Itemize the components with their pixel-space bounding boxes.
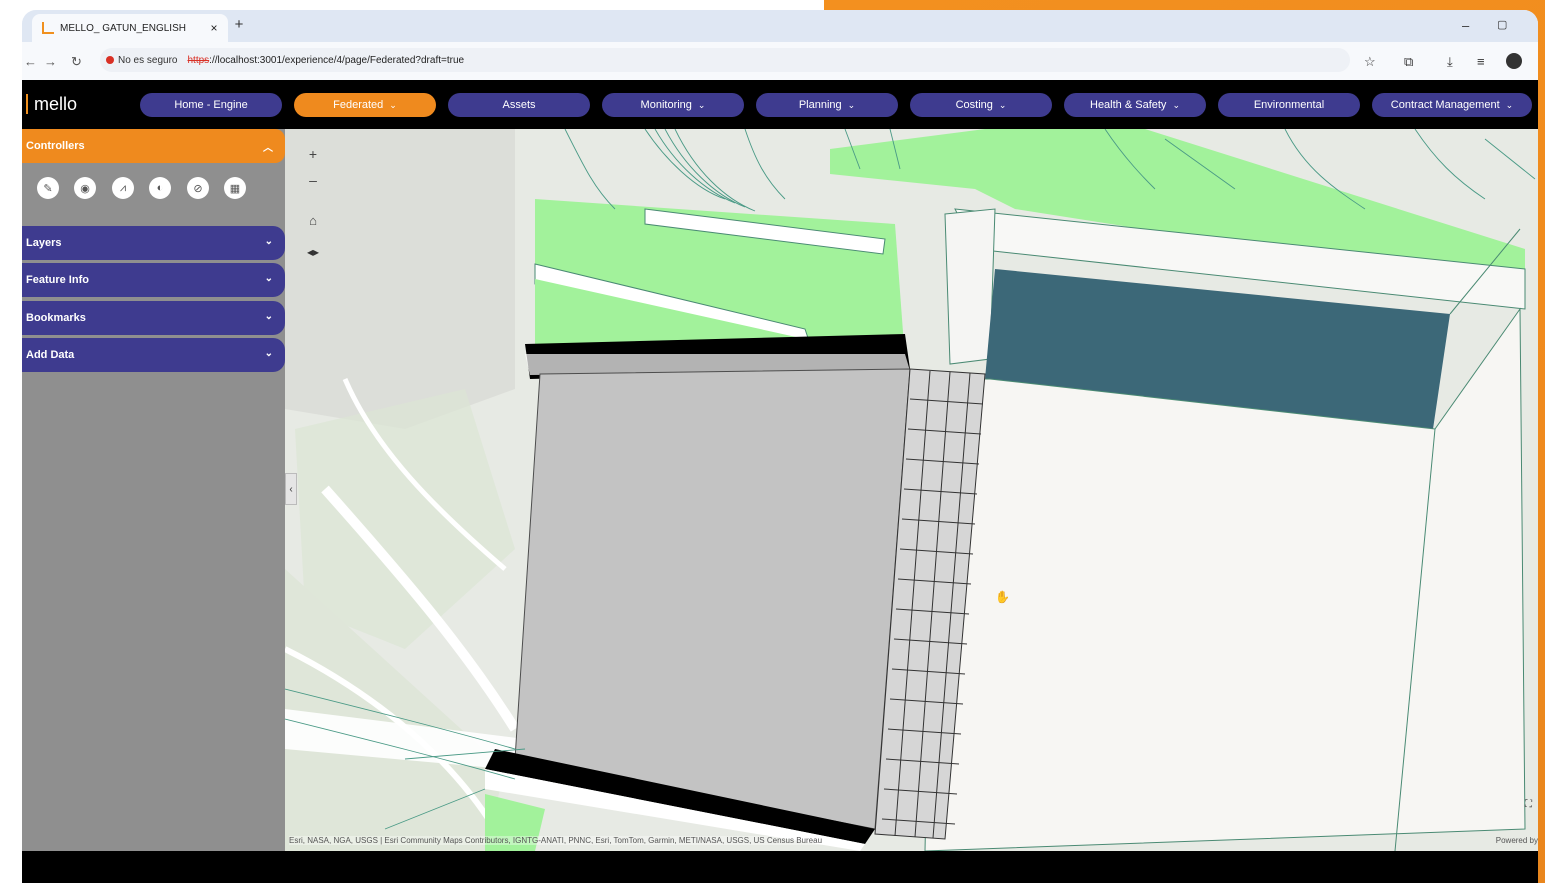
mello-logo[interactable]: mello — [26, 94, 77, 114]
powered-by-label[interactable]: Powered by — [1496, 836, 1538, 845]
zoom-control: + – — [302, 141, 324, 193]
nav-label: Contract Management — [1390, 99, 1500, 111]
nav-label: Monitoring — [640, 99, 692, 111]
nav-federated[interactable]: Federated ⌄ — [294, 93, 436, 117]
pan-cursor-icon: ✋ — [995, 590, 1010, 604]
gray-structure — [514, 368, 911, 830]
chevron-down-icon: ⌄ — [1172, 99, 1180, 110]
tab-strip: MELLO_ GATUN_ENGLISH × + – ▢ — [22, 10, 1538, 42]
address-bar-row: ← → ↻ No es seguro https://localhost:300… — [22, 42, 1538, 80]
zoom-out-button[interactable]: – — [302, 167, 324, 193]
chevron-down-icon: ⌄ — [264, 273, 273, 284]
chevron-down-icon: ⌄ — [697, 99, 706, 110]
chevron-down-icon: ⌄ — [264, 311, 273, 322]
nav-label: Home - Engine — [174, 99, 248, 111]
measure-icon[interactable]: ✎ — [37, 177, 59, 199]
profile-icon[interactable] — [1506, 53, 1522, 69]
new-tab-button[interactable]: + — [230, 16, 248, 34]
nav-label: Assets — [502, 99, 536, 111]
accordion-label: Feature Info — [26, 274, 89, 286]
chevron-down-icon: ⌄ — [1505, 99, 1514, 110]
zoom-in-button[interactable]: + — [302, 141, 324, 167]
chevron-down-icon: ⌄ — [264, 236, 273, 247]
nav-environmental[interactable]: Environmental — [1218, 93, 1360, 117]
browser-tab[interactable]: MELLO_ GATUN_ENGLISH × — [32, 14, 228, 42]
nav-contract-management[interactable]: Contract Management ⌄ — [1372, 93, 1532, 117]
mello-favicon-icon — [42, 22, 54, 34]
view-hide-icon[interactable]: ⊘ — [187, 177, 209, 199]
nav-health-safety[interactable]: Health & Safety ⌄ — [1064, 93, 1206, 117]
extensions-icon[interactable]: ⧉ — [1404, 54, 1413, 70]
chevron-down-icon: ⌄ — [389, 99, 397, 110]
url-scheme: https — [187, 54, 210, 66]
feature-info-accordion[interactable]: Feature Info ⌄ — [22, 263, 285, 297]
accordion-label: Add Data — [26, 349, 75, 361]
grid-icon[interactable]: ▦ — [224, 177, 246, 199]
browser-window: MELLO_ GATUN_ENGLISH × + – ▢ ← → ↻ No es… — [22, 10, 1538, 883]
forward-icon[interactable]: → — [44, 54, 57, 69]
close-tab-icon[interactable]: × — [206, 21, 222, 35]
nav-label: Health & Safety — [1090, 99, 1167, 111]
bookmarks-accordion[interactable]: Bookmarks ⌄ — [22, 301, 285, 335]
fullscreen-icon[interactable]: ⛶ — [1525, 799, 1532, 810]
left-panel: Controllers ︿ ✎ ◉ ⩘ ◐ ⊘ ▦ Layers ⌄ Featur… — [22, 129, 285, 851]
nav-assets[interactable]: Assets — [448, 93, 590, 117]
security-chip[interactable]: No es seguro — [106, 55, 177, 66]
nav-label: Federated — [333, 99, 384, 111]
url-text: ://localhost:3001/experience/4/page/Fede… — [209, 54, 465, 66]
add-data-accordion[interactable]: Add Data ⌄ — [22, 338, 285, 372]
split-icon[interactable]: ◐ — [149, 177, 171, 199]
location-pin-icon[interactable]: ◉ — [74, 177, 96, 199]
nav-label: Environmental — [1253, 99, 1325, 111]
nav-label: Planning — [798, 99, 842, 111]
nav-home-engine[interactable]: Home - Engine — [140, 93, 282, 117]
minimize-button[interactable]: – — [1462, 18, 1469, 33]
controllers-header[interactable]: Controllers ︿ — [22, 129, 285, 163]
back-icon[interactable]: ← — [24, 54, 37, 69]
white-parcel — [944, 208, 996, 365]
map-view[interactable]: + – ⌂ ◂▸ ✋ ⛶ Esri, NASA, NGA, USGS | Esr… — [285, 129, 1538, 851]
chevron-down-icon: ⌄ — [998, 99, 1007, 110]
tab-title: MELLO_ GATUN_ENGLISH — [60, 22, 186, 34]
accordion-label: Bookmarks — [26, 312, 86, 324]
home-button[interactable]: ⌂ — [302, 213, 324, 228]
chevron-down-icon: ⌄ — [264, 348, 273, 359]
chevron-up-icon: ︿ — [263, 143, 273, 154]
chevron-down-icon: ⌄ — [847, 99, 856, 110]
compass-icon[interactable]: ◂▸ — [302, 245, 324, 259]
map-canvas[interactable] — [285, 129, 1538, 851]
reading-list-icon[interactable]: ≡ — [1477, 54, 1485, 69]
star-icon[interactable]: ☆ — [1364, 54, 1376, 70]
chart-icon[interactable]: ⩘ — [112, 177, 134, 199]
controllers-label: Controllers — [26, 140, 85, 152]
reload-icon[interactable]: ↻ — [71, 54, 82, 70]
layers-accordion[interactable]: Layers ⌄ — [22, 226, 285, 260]
nav-monitoring[interactable]: Monitoring ⌄ — [602, 93, 744, 117]
nav-costing[interactable]: Costing ⌄ — [910, 93, 1052, 117]
app-header: mello Home - Engine Federated ⌄ Assets Mo… — [22, 80, 1538, 129]
accordion-label: Layers — [26, 237, 62, 249]
security-label: No es seguro — [118, 54, 178, 66]
nav-planning[interactable]: Planning ⌄ — [756, 93, 898, 117]
restore-button[interactable]: ▢ — [1497, 18, 1507, 31]
address-bar[interactable]: No es seguro https://localhost:3001/expe… — [100, 48, 1350, 72]
nav-label: Costing — [955, 99, 993, 111]
not-secure-icon — [106, 56, 114, 64]
bottom-bar — [22, 851, 1538, 883]
download-icon[interactable]: ⤓ — [1447, 54, 1453, 70]
collapse-panel-button[interactable]: ‹ — [285, 473, 297, 505]
map-attribution: Esri, NASA, NGA, USGS | Esri Community M… — [289, 836, 823, 845]
